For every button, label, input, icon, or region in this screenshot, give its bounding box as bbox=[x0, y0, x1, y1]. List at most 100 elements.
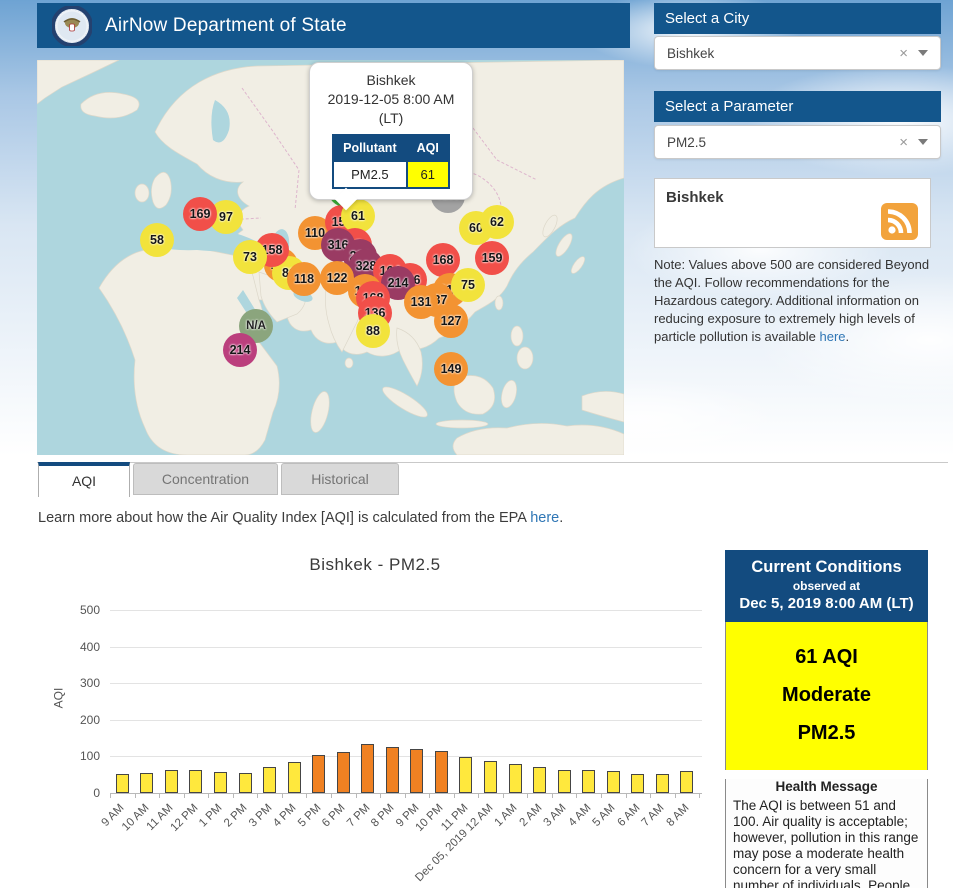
map-marker[interactable]: 169 bbox=[183, 197, 217, 231]
chart-axis-tick bbox=[110, 793, 111, 798]
chart-axis-tick bbox=[502, 793, 504, 798]
chart-bar bbox=[508, 764, 522, 793]
chart-bar bbox=[434, 750, 448, 793]
chart-bar bbox=[361, 744, 375, 793]
chart-axis-tick bbox=[478, 793, 480, 798]
chart-axis-tick bbox=[650, 793, 652, 798]
parameter-caret-icon[interactable] bbox=[918, 139, 928, 145]
map-marker[interactable]: 127 bbox=[434, 304, 468, 338]
cc-aqi-category: Moderate bbox=[782, 684, 871, 706]
chart-axis-tick bbox=[453, 793, 455, 798]
world-aqi-map[interactable]: 9716958110149811181587313215261153162883… bbox=[37, 60, 624, 455]
beyond-aqi-note: Note: Values above 500 are considered Be… bbox=[654, 256, 940, 346]
chart-axis-tick bbox=[380, 793, 382, 798]
chart-title: Bishkek - PM2.5 bbox=[309, 555, 441, 574]
cc-health-title: Health Message bbox=[775, 779, 878, 794]
city-select[interactable]: Bishkek × bbox=[654, 36, 941, 70]
chart-ytick-label: 500 bbox=[79, 603, 100, 617]
learn-more-here-link[interactable]: here bbox=[530, 510, 559, 526]
popup-aqi-value: 61 bbox=[405, 160, 450, 189]
chart-gridline bbox=[110, 610, 702, 611]
map-marker[interactable]: 159 bbox=[475, 241, 509, 275]
learn-more-text: Learn more about how the Air Quality Ind… bbox=[38, 510, 563, 526]
app-title: AirNow Department of State bbox=[105, 14, 347, 36]
chart-bar bbox=[115, 773, 129, 793]
chart-bar bbox=[336, 752, 350, 793]
map-popup: Bishkek 2019-12-05 8:00 AM (LT) Pollutan… bbox=[309, 62, 473, 200]
rss-icon[interactable] bbox=[881, 203, 918, 240]
chart-axis-tick bbox=[306, 793, 308, 798]
map-marker[interactable]: 168 bbox=[426, 243, 460, 277]
chart-axis-tick bbox=[134, 793, 136, 798]
parameter-clear-icon[interactable]: × bbox=[889, 134, 918, 151]
chart-axis-tick bbox=[232, 793, 234, 798]
learn-more-body: Learn more about how the Air Quality Ind… bbox=[38, 510, 527, 526]
chart-bar bbox=[287, 761, 301, 793]
map-marker[interactable]: 58 bbox=[140, 223, 174, 257]
map-marker[interactable]: 131 bbox=[404, 285, 438, 319]
map-marker[interactable]: 118 bbox=[287, 262, 321, 296]
city-clear-icon[interactable]: × bbox=[889, 45, 918, 62]
map-marker[interactable]: 75 bbox=[451, 268, 485, 302]
chart-bar bbox=[533, 767, 547, 793]
cc-aqi-value: 61 AQI bbox=[795, 646, 858, 668]
note-here-link[interactable]: here bbox=[820, 329, 846, 344]
city-caret-icon[interactable] bbox=[918, 50, 928, 56]
cc-datetime: Dec 5, 2019 8:00 AM (LT) bbox=[739, 595, 914, 612]
chart-axis-tick bbox=[625, 793, 627, 798]
chart-bar bbox=[385, 746, 399, 793]
chart-bar bbox=[164, 770, 178, 793]
chart-axis-tick bbox=[355, 793, 357, 798]
chart-axis-tick bbox=[576, 793, 578, 798]
rss-panel: Bishkek bbox=[654, 178, 931, 248]
city-select-value: Bishkek bbox=[667, 45, 715, 61]
cc-subtitle: observed at bbox=[792, 579, 861, 593]
chart-bar bbox=[213, 771, 227, 793]
chart-axis-tick bbox=[674, 793, 676, 798]
chart-bar bbox=[557, 769, 571, 793]
map-marker[interactable]: 73 bbox=[233, 240, 267, 274]
chart-ytick-label: 200 bbox=[79, 712, 100, 727]
airnow-page: AirNow Department of State 97 169 58 110… bbox=[0, 0, 953, 888]
map-marker[interactable]: 88 bbox=[356, 314, 390, 348]
chart-axis-tick bbox=[601, 793, 602, 798]
chart-axis-tick bbox=[281, 793, 283, 798]
map-marker[interactable]: 214 bbox=[223, 333, 257, 367]
tab-aqi[interactable]: AQI bbox=[38, 462, 130, 497]
map-marker[interactable]: 62 bbox=[480, 205, 514, 239]
learn-more-period: . bbox=[559, 510, 564, 526]
popup-col-pollutant: Pollutant bbox=[332, 134, 408, 162]
chart-axis-tick bbox=[429, 793, 431, 798]
chart-bar bbox=[140, 772, 154, 793]
chart-axis-tick bbox=[527, 793, 529, 798]
popup-city: Bishkek bbox=[366, 72, 416, 88]
chart-bar bbox=[582, 769, 596, 793]
chart-bar bbox=[312, 755, 326, 793]
app-header: AirNow Department of State bbox=[37, 3, 630, 48]
cc-aqi-box: 61 AQI Moderate PM2.5 bbox=[725, 622, 928, 770]
popup-table: Pollutant AQI PM2.5 61 bbox=[332, 134, 450, 189]
chart-axis-tick bbox=[159, 793, 161, 798]
cc-health-box: Health Message The AQI is between 51 and… bbox=[725, 779, 928, 888]
chart-ytick-label: 400 bbox=[79, 639, 100, 654]
chart-ytick-label: 100 bbox=[79, 749, 100, 764]
chart-axis-tick bbox=[257, 793, 259, 798]
tab-historical[interactable]: Historical bbox=[281, 463, 399, 495]
chart-axis-tick bbox=[699, 793, 701, 798]
select-city-header: Select a City bbox=[654, 3, 941, 34]
current-conditions-header: Current Conditions observed at Dec 5, 20… bbox=[725, 550, 928, 622]
parameter-select[interactable]: PM2.5 × bbox=[654, 125, 941, 159]
map-marker[interactable]: 149 bbox=[434, 352, 468, 386]
cc-title: Current Conditions bbox=[751, 558, 902, 576]
tab-concentration[interactable]: Concentration bbox=[133, 463, 278, 495]
note-period: . bbox=[845, 329, 850, 344]
current-conditions-panel: Current Conditions observed at Dec 5, 20… bbox=[725, 550, 928, 888]
chart-bar bbox=[238, 772, 252, 793]
chart-bar bbox=[631, 773, 645, 793]
chart-axis-tick bbox=[551, 793, 553, 798]
chart-bar bbox=[189, 770, 203, 793]
aqi-bar-chart: Bishkek - PM2.5 AQI 0 100 200 300 400 500 9 AM… bbox=[40, 545, 710, 888]
chart-axis-tick bbox=[404, 793, 406, 798]
note-text: Note: Values above 500 are considered Be… bbox=[654, 257, 930, 344]
cc-aqi-parameter: PM2.5 bbox=[797, 722, 856, 744]
